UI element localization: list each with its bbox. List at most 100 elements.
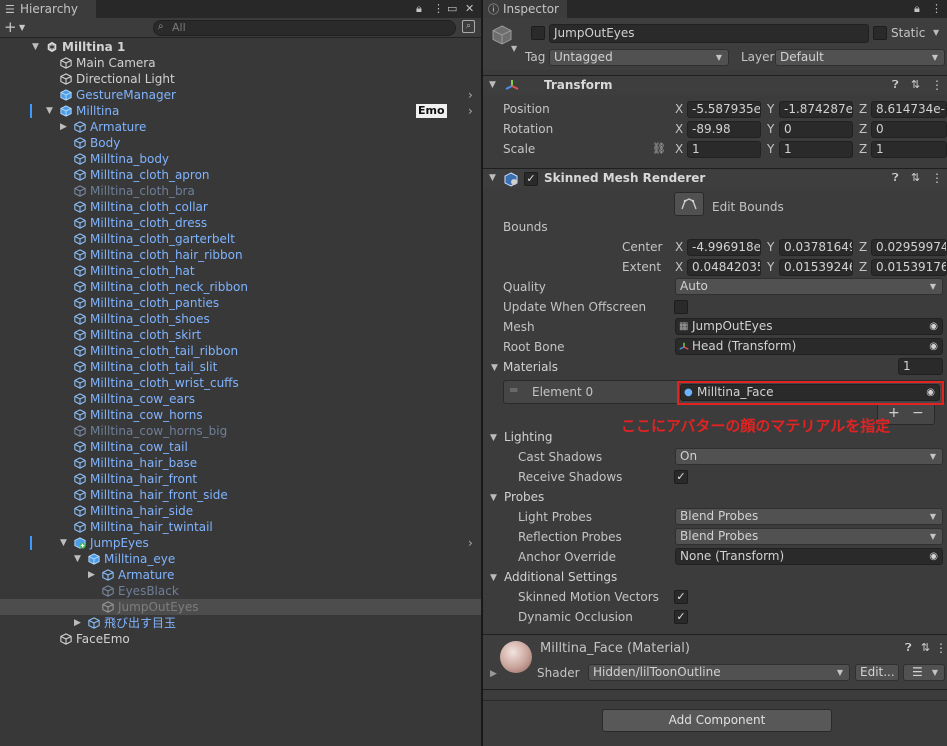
- layer-dropdown[interactable]: Default: [775, 49, 945, 66]
- tree-row[interactable]: Milltina_cloth_apron: [0, 167, 481, 183]
- tree-row[interactable]: Main Camera: [0, 55, 481, 71]
- rotation-x-field[interactable]: -89.98: [687, 121, 761, 138]
- tree-row[interactable]: Directional Light: [0, 71, 481, 87]
- rotation-z-field[interactable]: 0: [871, 121, 947, 138]
- tree-row[interactable]: JumpOutEyes: [0, 599, 481, 615]
- foldout-arrow-icon[interactable]: ▼: [490, 433, 497, 443]
- receive-shadows-toggle[interactable]: ✓: [674, 470, 688, 484]
- chevron-down-icon[interactable]: ▼: [511, 44, 517, 53]
- scene-search-icon[interactable]: ⌕: [462, 20, 475, 33]
- tree-row[interactable]: ▼ Milltina_eye: [0, 551, 481, 567]
- tree-row[interactable]: Milltina_hair_side: [0, 503, 481, 519]
- tree-row[interactable]: Milltina_cow_horns: [0, 407, 481, 423]
- help-icon[interactable]: ❓︎: [905, 641, 912, 655]
- position-y-field[interactable]: -1.874287e-: [779, 101, 853, 118]
- rotation-axis-y[interactable]: Y: [767, 122, 774, 136]
- extent-z-field[interactable]: 0.01539176: [871, 259, 947, 276]
- center-y-field[interactable]: 0.03781649: [779, 239, 853, 256]
- help-icon[interactable]: ❓︎: [892, 78, 899, 92]
- center-axis-x[interactable]: X: [675, 240, 683, 254]
- tree-row[interactable]: Milltina_cloth_neck_ribbon: [0, 279, 481, 295]
- scale-axis-y[interactable]: Y: [767, 142, 774, 156]
- tree-row[interactable]: Milltina_cloth_collar: [0, 199, 481, 215]
- expand-arrow-icon[interactable]: ▼: [46, 103, 53, 119]
- update-offscreen-toggle[interactable]: [674, 300, 688, 314]
- extent-axis-y[interactable]: Y: [767, 260, 774, 274]
- expand-arrow-icon[interactable]: ▼: [60, 535, 67, 551]
- chevron-right-icon[interactable]: ›: [468, 535, 473, 551]
- tab-inspector[interactable]: ⓘ Inspector: [483, 0, 567, 18]
- tab-hierarchy[interactable]: ☰ Hierarchy: [0, 0, 96, 18]
- tree-row[interactable]: Milltina_hair_front_side: [0, 487, 481, 503]
- object-name-field[interactable]: JumpOutEyes: [549, 24, 869, 43]
- materials-count-field[interactable]: 1: [898, 358, 943, 375]
- dynamic-occlusion-toggle[interactable]: ✓: [674, 610, 688, 624]
- tree-row[interactable]: ▶ 飛び出す目玉: [0, 615, 481, 631]
- tree-row[interactable]: Milltina_body: [0, 151, 481, 167]
- tree-row[interactable]: ▼ Milltina 1: [0, 39, 481, 55]
- tree-row[interactable]: Milltina_cloth_garterbelt: [0, 231, 481, 247]
- more-icon[interactable]: ⋮: [931, 2, 942, 15]
- preset-icon[interactable]: ⇅: [921, 641, 930, 654]
- tree-row[interactable]: Milltina_cloth_hair_ribbon: [0, 247, 481, 263]
- tree-row[interactable]: GestureManager ›: [0, 87, 481, 103]
- tree-row[interactable]: ▼ Milltina Emo ›: [0, 103, 481, 119]
- position-axis-y[interactable]: Y: [767, 102, 774, 116]
- remove-element-button[interactable]: −: [912, 405, 924, 421]
- help-icon[interactable]: ❓︎: [892, 171, 899, 185]
- search-input[interactable]: ⌕ All: [153, 20, 456, 36]
- tree-row[interactable]: Milltina_hair_base: [0, 455, 481, 471]
- mesh-field[interactable]: ▦ JumpOutEyes ◉: [675, 318, 943, 335]
- extent-axis-z[interactable]: Z: [859, 260, 867, 274]
- foldout-arrow-icon[interactable]: ▼: [491, 363, 498, 373]
- smr-enabled-toggle[interactable]: ✓: [524, 172, 538, 186]
- lock-icon[interactable]: 🔒︎: [914, 2, 920, 16]
- rotation-axis-x[interactable]: X: [675, 122, 683, 136]
- extent-y-field[interactable]: 0.01539246: [779, 259, 853, 276]
- object-picker-icon[interactable]: ◉: [929, 549, 938, 564]
- scale-z-field[interactable]: 1: [871, 141, 947, 158]
- drag-handle-icon[interactable]: ═: [510, 383, 517, 397]
- position-axis-z[interactable]: Z: [859, 102, 867, 116]
- constrain-proportions-icon[interactable]: ⛓︎: [652, 142, 666, 155]
- position-z-field[interactable]: 8.614734e-: [871, 101, 947, 118]
- collapse-arrow-icon[interactable]: ▶: [60, 119, 67, 135]
- center-axis-y[interactable]: Y: [767, 240, 774, 254]
- more-icon[interactable]: ⋮: [935, 641, 947, 655]
- transform-header[interactable]: ▼ Transform ❓︎ ⇅ ⋮: [483, 75, 947, 95]
- tree-row[interactable]: Milltina_hair_twintail: [0, 519, 481, 535]
- more-icon[interactable]: ⋮: [931, 78, 943, 92]
- tree-row[interactable]: Milltina_cow_tail: [0, 439, 481, 455]
- edit-bounds-button[interactable]: [674, 192, 704, 216]
- root-bone-field[interactable]: Head (Transform) ◉: [675, 338, 943, 355]
- extent-x-field[interactable]: 0.04842035: [687, 259, 761, 276]
- chevron-down-icon[interactable]: ▼: [19, 23, 25, 32]
- center-x-field[interactable]: -4.996918e-: [687, 239, 761, 256]
- object-picker-icon[interactable]: ◉: [929, 319, 938, 334]
- chevron-right-icon[interactable]: ›: [468, 103, 473, 119]
- lock-icon[interactable]: 🔒︎: [416, 2, 422, 16]
- cast-shadows-dropdown[interactable]: On: [675, 448, 943, 465]
- scale-y-field[interactable]: 1: [779, 141, 853, 158]
- tree-row[interactable]: Milltina_cloth_skirt: [0, 327, 481, 343]
- light-probes-dropdown[interactable]: Blend Probes: [675, 508, 943, 525]
- tree-row[interactable]: Milltina_cloth_shoes: [0, 311, 481, 327]
- tree-row[interactable]: ▶ Armature: [0, 567, 481, 583]
- static-toggle[interactable]: [873, 26, 887, 40]
- preset-icon[interactable]: ⇅: [911, 171, 920, 184]
- tree-row[interactable]: Milltina_cow_ears: [0, 391, 481, 407]
- expand-arrow-icon[interactable]: ▼: [74, 551, 81, 567]
- close-icon[interactable]: ✕: [465, 2, 474, 15]
- tree-row[interactable]: Milltina_cow_horns_big: [0, 423, 481, 439]
- add-icon[interactable]: +: [4, 18, 17, 36]
- active-toggle[interactable]: [531, 26, 545, 40]
- position-x-field[interactable]: -5.587935e: [687, 101, 761, 118]
- shader-dropdown[interactable]: Hidden/lilToonOutline: [588, 664, 850, 681]
- shader-edit-button[interactable]: Edit...: [855, 664, 899, 681]
- tree-row[interactable]: Milltina_cloth_dress: [0, 215, 481, 231]
- tree-row[interactable]: Milltina_hair_front: [0, 471, 481, 487]
- collapse-arrow-icon[interactable]: ▶: [88, 567, 95, 583]
- more-icon[interactable]: ⋮: [433, 2, 444, 15]
- foldout-arrow-icon[interactable]: ▼: [490, 573, 497, 583]
- preset-icon[interactable]: ⇅: [911, 78, 920, 91]
